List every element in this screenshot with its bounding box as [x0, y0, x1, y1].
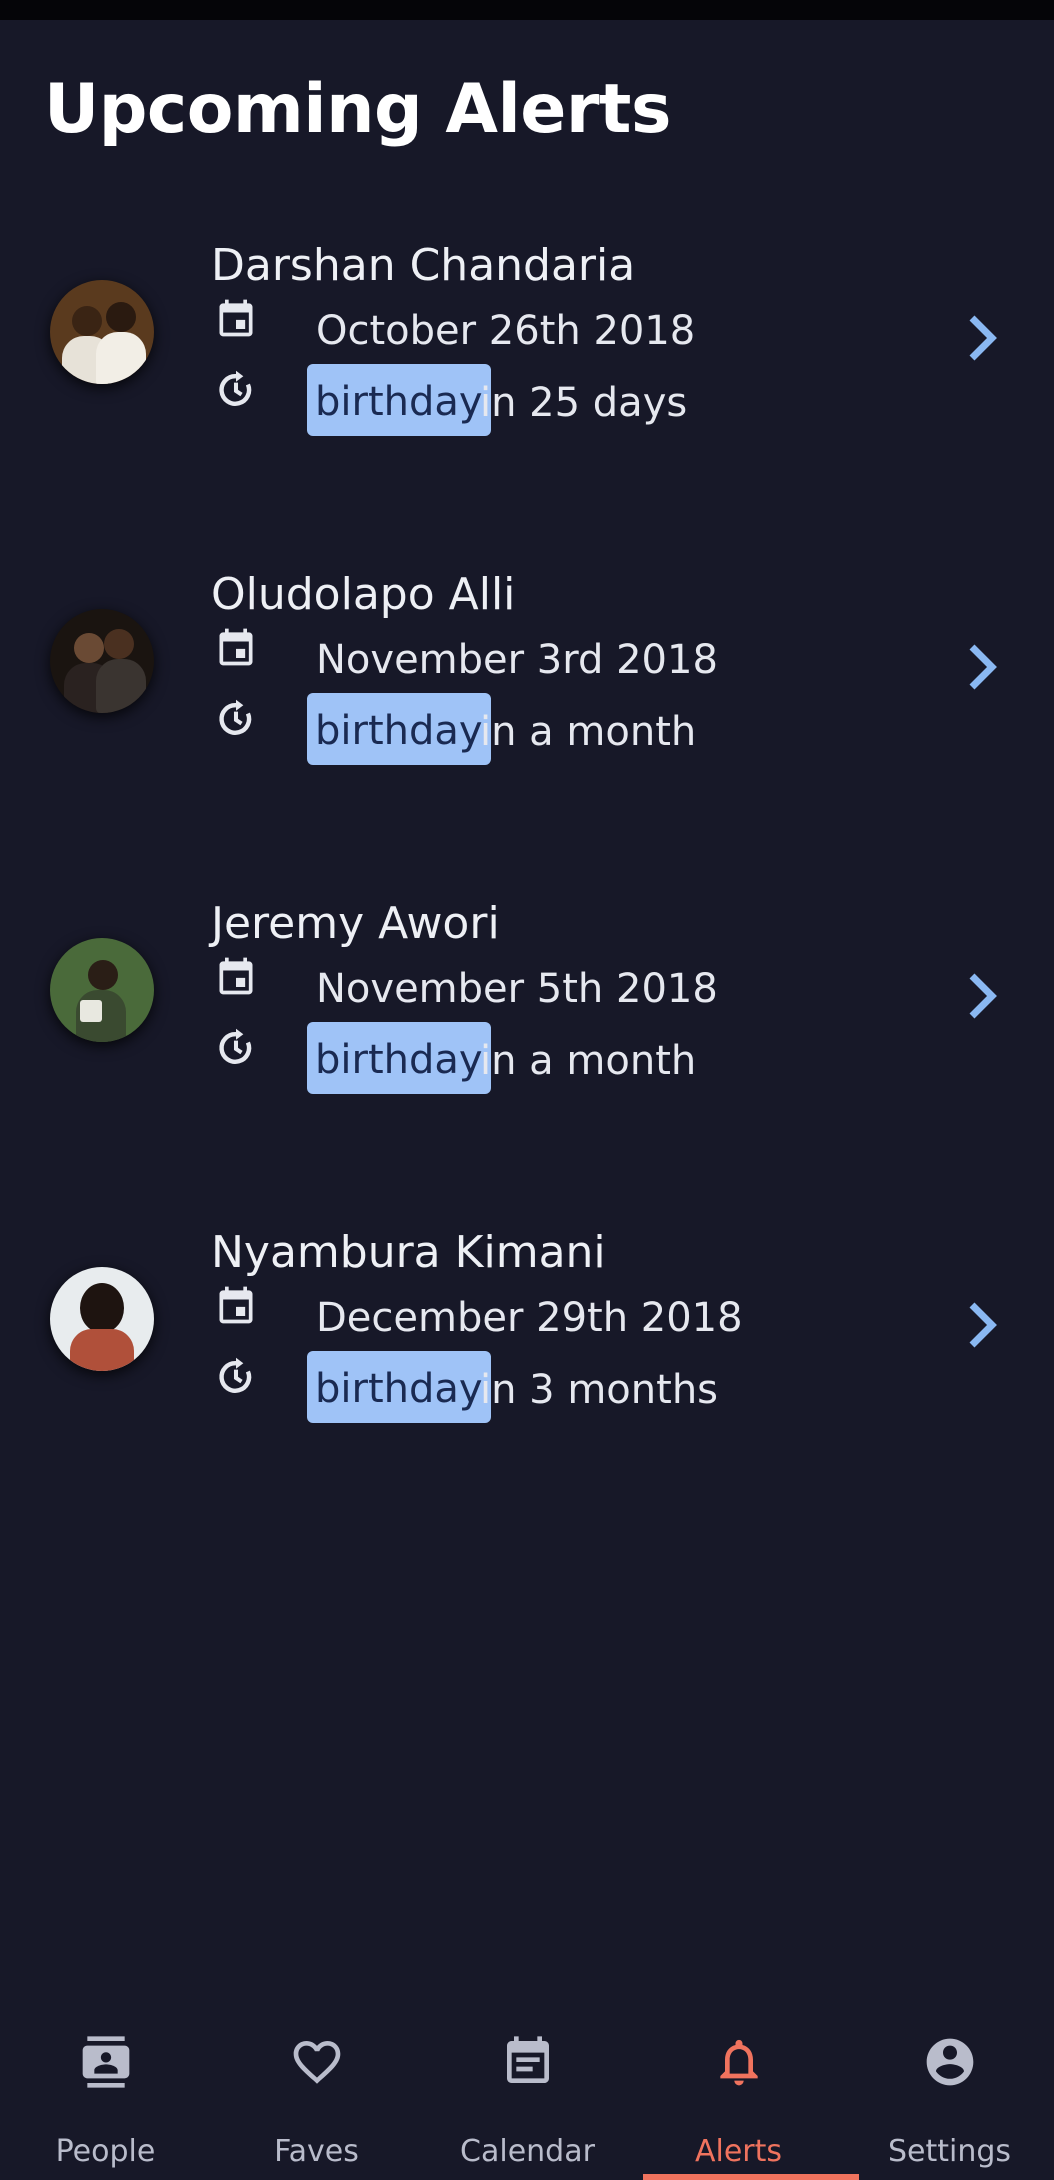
nav-label: Settings: [887, 2134, 1012, 2169]
calendar-icon: [219, 299, 253, 337]
event-type-tag: birthday: [307, 693, 491, 765]
calendar-icon: [219, 1286, 253, 1324]
active-tab-indicator: [643, 2174, 859, 2180]
alert-date: December 29th 2018: [316, 1295, 743, 1341]
chevron-right-icon[interactable]: [958, 966, 1008, 1026]
account-circle-icon: [926, 2038, 974, 2086]
alert-date: November 5th 2018: [316, 966, 718, 1012]
time-until: in a month: [480, 709, 697, 755]
countdown-icon: [219, 699, 252, 735]
alert-date: November 3rd 2018: [316, 637, 718, 683]
event-type-tag: birthday: [307, 1022, 491, 1094]
time-until: in 25 days: [480, 380, 688, 426]
contact-name: Oludolapo Alli: [211, 569, 516, 620]
nav-label: People: [55, 2134, 156, 2169]
heart-icon: [293, 2041, 341, 2084]
bell-icon: [720, 2039, 758, 2086]
page-title: Upcoming Alerts: [44, 70, 671, 149]
contact-card-icon: [82, 2036, 130, 2088]
countdown-icon: [219, 370, 252, 406]
contact-name: Jeremy Awori: [211, 898, 500, 949]
nav-item-settings[interactable]: Settings: [844, 2010, 1054, 2180]
avatar: [50, 938, 154, 1042]
nav-label: Alerts: [694, 2134, 783, 2169]
nav-item-people[interactable]: People: [0, 2010, 211, 2180]
alert-item[interactable]: Oludolapo Alli November 3rd 2018 birthda…: [0, 569, 1054, 819]
bottom-nav: People Faves Calendar Alerts Settings: [0, 2010, 1054, 2180]
contact-name: Nyambura Kimani: [211, 1227, 606, 1278]
status-bar: [0, 0, 1054, 20]
chevron-right-icon[interactable]: [958, 1295, 1008, 1355]
nav-label: Calendar: [460, 2134, 595, 2169]
nav-item-faves[interactable]: Faves: [211, 2010, 422, 2180]
alert-item[interactable]: Nyambura Kimani December 29th 2018 birth…: [0, 1227, 1054, 1477]
chevron-right-icon[interactable]: [958, 637, 1008, 697]
alert-item[interactable]: Darshan Chandaria October 26th 2018 birt…: [0, 240, 1054, 490]
chevron-right-icon[interactable]: [958, 308, 1008, 368]
countdown-icon: [219, 1357, 252, 1393]
nav-label: Faves: [274, 2134, 359, 2169]
nav-item-alerts[interactable]: Alerts: [633, 2010, 844, 2180]
alert-date: October 26th 2018: [316, 308, 696, 354]
calendar-icon: [219, 628, 253, 666]
countdown-icon: [219, 1028, 252, 1064]
time-until: in 3 months: [480, 1367, 719, 1413]
avatar: [50, 280, 154, 384]
avatar: [50, 609, 154, 713]
alert-item[interactable]: Jeremy Awori November 5th 2018 birthday …: [0, 898, 1054, 1148]
calendar-icon: [507, 2036, 549, 2083]
time-until: in a month: [480, 1038, 697, 1084]
contact-name: Darshan Chandaria: [211, 240, 636, 291]
event-type-tag: birthday: [307, 1351, 491, 1423]
event-type-tag: birthday: [307, 364, 491, 436]
avatar: [50, 1267, 154, 1371]
calendar-icon: [219, 957, 253, 995]
nav-item-calendar[interactable]: Calendar: [422, 2010, 633, 2180]
